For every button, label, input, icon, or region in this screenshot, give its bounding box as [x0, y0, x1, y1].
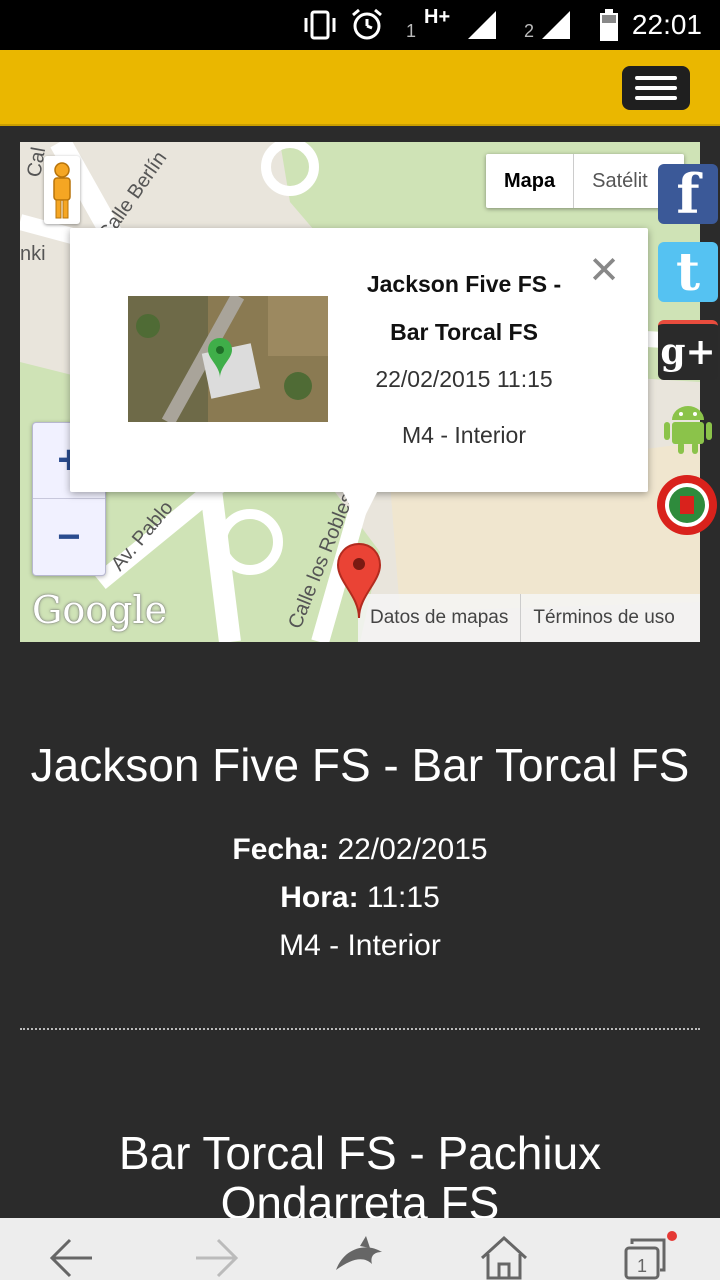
close-icon[interactable]: ✕	[588, 248, 620, 293]
map-type-mapa-button[interactable]: Mapa	[486, 154, 575, 208]
hora-value: 11:15	[366, 881, 440, 914]
match-place: M4 - Interior	[279, 929, 441, 962]
battery-icon	[598, 0, 620, 50]
tabs-icon[interactable]: 1	[618, 1230, 678, 1280]
match-title[interactable]: Jackson Five FS - Bar Torcal FS	[0, 738, 720, 792]
home-icon[interactable]	[474, 1230, 534, 1280]
fecha-value: 22/02/2015	[337, 833, 488, 866]
match-date: Fecha: 22/02/2015	[0, 826, 720, 874]
vibrate-icon	[300, 0, 340, 50]
map-info-window: ✕ Jackson Five FS - Bar Torcal FS 22/02/…	[70, 228, 648, 526]
signal-icon-1	[466, 0, 498, 50]
map-data-link[interactable]: Datos de mapas	[358, 607, 520, 629]
divider	[20, 1028, 700, 1030]
terms-of-use-link[interactable]: Términos de uso	[521, 607, 687, 629]
info-window-title[interactable]: Jackson Five FS - Bar Torcal FS	[350, 260, 578, 356]
fecha-label: Fecha:	[232, 833, 330, 866]
status-bar: 1 H+ 2 22:01	[0, 0, 720, 50]
dolphin-icon[interactable]	[330, 1230, 390, 1280]
tab-count: 1	[637, 1256, 647, 1276]
app-header	[0, 50, 720, 126]
next-match-title[interactable]: Bar Torcal FS - Pachiux Ondarreta FS	[0, 1128, 720, 1228]
map-type-control: Mapa Satélit	[486, 154, 685, 208]
google-logo: Google	[32, 588, 168, 632]
info-window-place: M4 - Interior	[402, 422, 526, 448]
twitter-button[interactable]: t	[658, 242, 718, 303]
next-match-title-line1: Bar Torcal FS - Pachiux	[118, 1127, 602, 1179]
info-window-title-line2: Bar Torcal FS	[390, 319, 538, 345]
sim1-label: 1	[406, 20, 417, 41]
signal-icon-2	[540, 0, 572, 50]
hamburger-menu-button[interactable]	[622, 66, 690, 110]
android-app-icon[interactable]	[658, 396, 718, 456]
clock: 22:01	[631, 9, 702, 40]
forward-arrow-icon[interactable]	[186, 1230, 246, 1280]
zoom-out-button[interactable]: −	[33, 499, 105, 575]
info-window-title-line1: Jackson Five FS -	[366, 271, 562, 297]
map-marker-icon[interactable]	[336, 542, 382, 625]
hora-label: Hora:	[280, 881, 359, 914]
league-badge-icon[interactable]	[656, 474, 718, 536]
facebook-button[interactable]: f	[658, 162, 718, 226]
info-window-date: 22/02/2015 11:15	[375, 366, 553, 392]
street-label-pablo: Av. Pablo	[107, 497, 178, 575]
street-view-pegman-icon[interactable]	[44, 156, 80, 224]
google-plus-button[interactable]: g+	[658, 320, 718, 380]
back-arrow-icon[interactable]	[42, 1230, 102, 1280]
venue-satellite-thumbnail	[128, 296, 328, 422]
match-time: Hora: 11:15	[0, 874, 720, 922]
alarm-icon	[350, 0, 384, 50]
map-footer: Datos de mapas Términos de uso	[358, 594, 700, 642]
network-type: H+	[424, 5, 451, 28]
sim2-label: 2	[524, 20, 535, 41]
street-label-nki: nki	[20, 243, 46, 265]
browser-bottom-nav: 1	[0, 1218, 720, 1280]
map[interactable]: Calle Berlín Av. Pablo Calle los Robles …	[20, 142, 700, 642]
